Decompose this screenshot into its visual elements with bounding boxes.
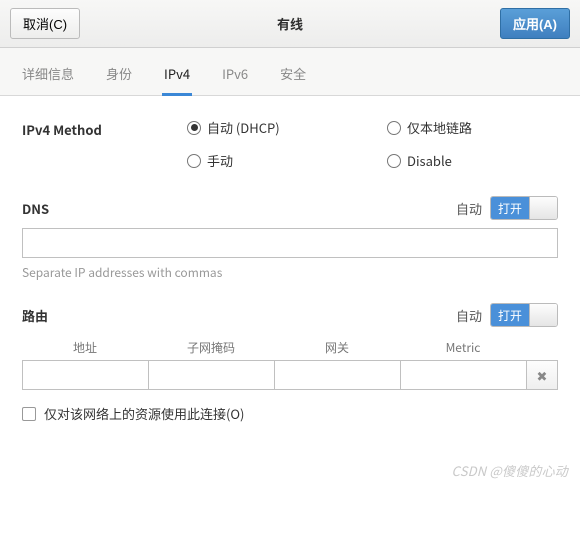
tab-details[interactable]: 详细信息 [20,58,76,95]
route-address-input[interactable] [22,360,148,390]
route-netmask-input[interactable] [148,360,274,390]
tab-security[interactable]: 安全 [278,58,308,95]
dns-title: DNS [22,199,49,218]
toggle-on-label: 打开 [491,197,529,219]
dialog-header: 取消(C) 有线 应用(A) [0,0,580,48]
cancel-button[interactable]: 取消(C) [10,8,80,39]
only-resources-label: 仅对该网络上的资源使用此连接(O) [44,404,244,423]
radio-auto-dhcp[interactable]: 自动 (DHCP) [187,118,387,137]
col-netmask: 子网掩码 [148,339,274,356]
route-metric-input[interactable] [400,360,526,390]
delete-route-button[interactable]: ✖ [526,360,558,390]
col-address: 地址 [22,339,148,356]
dns-auto-label: 自动 [456,199,482,218]
routes-auto-toggle[interactable]: 打开 [490,303,558,327]
tab-bar: 详细信息 身份 IPv4 IPv6 安全 [0,48,580,96]
col-gateway: 网关 [274,339,400,356]
radio-icon [387,154,401,168]
tab-ipv6[interactable]: IPv6 [220,58,250,95]
route-gateway-input[interactable] [274,360,400,390]
dns-hint: Separate IP addresses with commas [22,264,558,281]
ipv4-method-section: IPv4 Method 自动 (DHCP) 仅本地链路 手动 Disable [22,118,558,170]
tab-identity[interactable]: 身份 [104,58,134,95]
routes-section: 路由 自动 打开 地址 子网掩码 网关 Metric [22,303,558,423]
routes-table: 地址 子网掩码 网关 Metric ✖ [22,335,558,390]
content-area: IPv4 Method 自动 (DHCP) 仅本地链路 手动 Disable D… [0,96,580,455]
toggle-handle [529,304,557,326]
only-resources-row: 仅对该网络上的资源使用此连接(O) [22,404,558,423]
routes-title: 路由 [22,306,48,325]
radio-label: 仅本地链路 [407,118,472,137]
only-resources-checkbox[interactable] [22,407,36,421]
dns-header: DNS 自动 打开 [22,196,558,220]
toggle-on-label: 打开 [491,304,529,326]
col-metric: Metric [400,339,526,356]
radio-icon [187,154,201,168]
close-icon: ✖ [537,366,548,385]
radio-icon [187,121,201,135]
toggle-handle [529,197,557,219]
radio-label: Disable [407,151,452,170]
routes-columns: 地址 子网掩码 网关 Metric [22,335,558,360]
radio-manual[interactable]: 手动 [187,151,387,170]
routes-header: 路由 自动 打开 [22,303,558,327]
dialog-title: 有线 [80,14,500,33]
watermark: CSDN @傻傻的心动 [0,455,580,490]
dns-section: DNS 自动 打开 Separate IP addresses with com… [22,196,558,281]
radio-link-local[interactable]: 仅本地链路 [387,118,547,137]
ipv4-method-options: 自动 (DHCP) 仅本地链路 手动 Disable [187,118,547,170]
dns-auto-toggle-group: 自动 打开 [456,196,558,220]
dns-input[interactable] [22,228,558,258]
dns-auto-toggle[interactable]: 打开 [490,196,558,220]
routes-auto-toggle-group: 自动 打开 [456,303,558,327]
col-actions [526,339,558,356]
radio-disable[interactable]: Disable [387,151,547,170]
ipv4-method-label: IPv4 Method [22,118,187,139]
radio-label: 自动 (DHCP) [207,118,280,137]
table-row: ✖ [22,360,558,390]
radio-label: 手动 [207,151,233,170]
apply-button[interactable]: 应用(A) [500,8,570,39]
routes-auto-label: 自动 [456,306,482,325]
radio-icon [387,121,401,135]
tab-ipv4[interactable]: IPv4 [162,58,192,96]
